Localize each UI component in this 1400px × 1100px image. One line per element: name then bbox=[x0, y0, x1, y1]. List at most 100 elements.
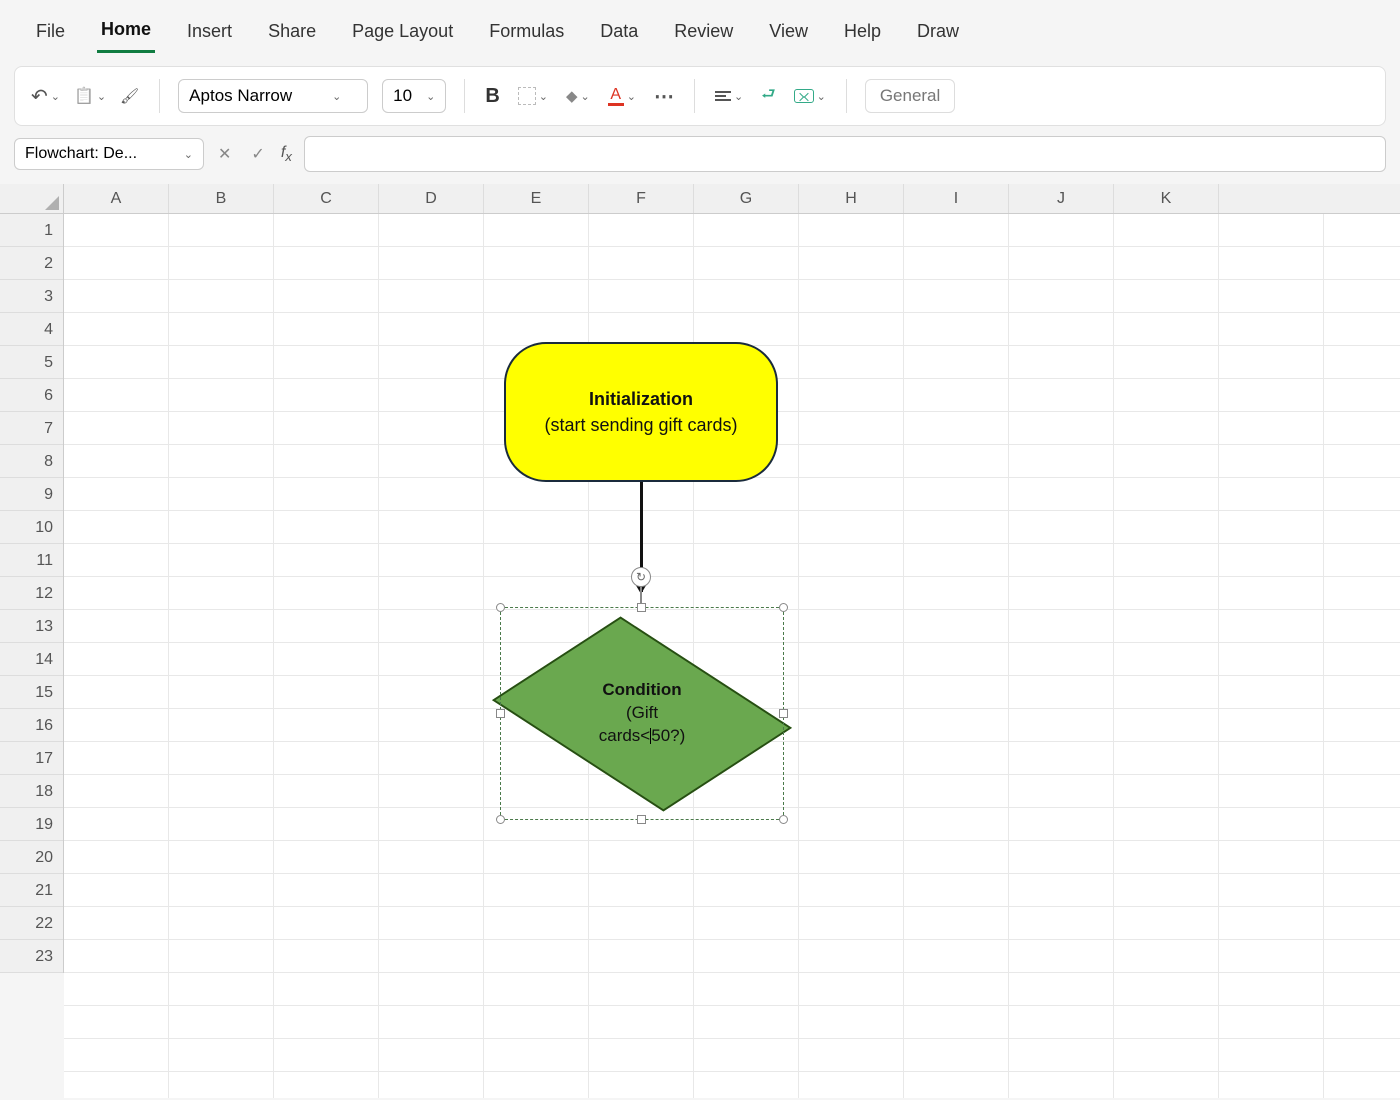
name-box[interactable]: Flowchart: De... ⌄ bbox=[14, 138, 204, 170]
font-size-value: 10 bbox=[393, 86, 412, 106]
row-header[interactable]: 2 bbox=[0, 247, 63, 280]
tab-draw[interactable]: Draw bbox=[913, 15, 963, 52]
chevron-down-icon: ⌄ bbox=[332, 90, 341, 103]
row-header[interactable]: 23 bbox=[0, 940, 63, 973]
borders-button[interactable]: ⌄ bbox=[516, 83, 550, 109]
resize-handle[interactable] bbox=[779, 709, 788, 718]
more-font-button[interactable] bbox=[652, 80, 676, 113]
row-header[interactable]: 17 bbox=[0, 742, 63, 775]
tab-help[interactable]: Help bbox=[840, 15, 885, 52]
row-header[interactable]: 12 bbox=[0, 577, 63, 610]
column-headers: A B C D E F G H I J K bbox=[64, 184, 1400, 214]
col-header[interactable]: B bbox=[169, 184, 274, 213]
tab-data[interactable]: Data bbox=[596, 15, 642, 52]
font-name-select[interactable]: Aptos Narrow ⌄ bbox=[178, 79, 368, 113]
cancel-formula-button[interactable]: ✕ bbox=[214, 144, 235, 164]
align-button[interactable]: ⌄ bbox=[713, 86, 745, 107]
wrap-text-button[interactable] bbox=[759, 79, 777, 114]
row-header[interactable]: 11 bbox=[0, 544, 63, 577]
tab-view[interactable]: View bbox=[765, 15, 812, 52]
col-header[interactable]: C bbox=[274, 184, 379, 213]
align-icon bbox=[715, 91, 731, 101]
resize-handle[interactable] bbox=[779, 815, 788, 824]
tab-file[interactable]: File bbox=[32, 15, 69, 52]
name-box-value: Flowchart: De... bbox=[25, 145, 137, 163]
clipboard-icon bbox=[74, 86, 94, 106]
row-header[interactable]: 19 bbox=[0, 808, 63, 841]
toolbar: ⌄ ⌄ Aptos Narrow ⌄ 10 ⌄ B ⌄ ⌄ A⌄ ⌄ ⌄ Gen… bbox=[14, 66, 1386, 126]
row-header[interactable]: 18 bbox=[0, 775, 63, 808]
font-size-select[interactable]: 10 ⌄ bbox=[382, 79, 446, 113]
divider bbox=[464, 79, 465, 113]
resize-handle[interactable] bbox=[779, 603, 788, 612]
resize-handle[interactable] bbox=[637, 815, 646, 824]
row-header[interactable]: 8 bbox=[0, 445, 63, 478]
tab-share[interactable]: Share bbox=[264, 15, 320, 52]
clipboard-button[interactable]: ⌄ bbox=[72, 82, 108, 110]
row-header[interactable]: 4 bbox=[0, 313, 63, 346]
merge-button[interactable]: ⌄ bbox=[792, 85, 828, 107]
tab-formulas[interactable]: Formulas bbox=[485, 15, 568, 52]
number-format-select[interactable]: General bbox=[865, 79, 955, 113]
fx-buttons: ✕ ✓ fx bbox=[214, 144, 292, 164]
tab-home[interactable]: Home bbox=[97, 13, 155, 53]
font-color-button[interactable]: A⌄ bbox=[606, 83, 638, 110]
font-name-value: Aptos Narrow bbox=[189, 86, 292, 106]
row-header[interactable]: 21 bbox=[0, 874, 63, 907]
row-header[interactable]: 5 bbox=[0, 346, 63, 379]
undo-button[interactable]: ⌄ bbox=[29, 80, 62, 113]
chevron-down-icon: ⌄ bbox=[184, 148, 193, 161]
tab-insert[interactable]: Insert bbox=[183, 15, 236, 52]
divider bbox=[694, 79, 695, 113]
shape-subtitle: (start sending gift cards) bbox=[544, 412, 737, 438]
resize-handle[interactable] bbox=[496, 709, 505, 718]
fill-color-button[interactable]: ⌄ bbox=[564, 83, 592, 110]
row-header[interactable]: 14 bbox=[0, 643, 63, 676]
bold-button[interactable]: B bbox=[483, 81, 501, 112]
ribbon-tabs: File Home Insert Share Page Layout Formu… bbox=[0, 0, 1400, 56]
formula-bar-row: Flowchart: De... ⌄ ✕ ✓ fx bbox=[14, 134, 1386, 174]
col-header[interactable]: H bbox=[799, 184, 904, 213]
row-header[interactable]: 3 bbox=[0, 280, 63, 313]
row-header[interactable]: 15 bbox=[0, 676, 63, 709]
font-color-icon: A bbox=[608, 87, 624, 106]
cells-area[interactable]: Initialization (start sending gift cards… bbox=[64, 214, 1400, 1098]
flowchart-terminator-shape[interactable]: Initialization (start sending gift cards… bbox=[504, 342, 778, 482]
resize-handle[interactable] bbox=[637, 603, 646, 612]
tab-review[interactable]: Review bbox=[670, 15, 737, 52]
fill-bucket-icon bbox=[566, 87, 578, 106]
row-header[interactable]: 9 bbox=[0, 478, 63, 511]
row-header[interactable]: 10 bbox=[0, 511, 63, 544]
col-header[interactable]: K bbox=[1114, 184, 1219, 213]
col-header[interactable]: E bbox=[484, 184, 589, 213]
divider bbox=[159, 79, 160, 113]
accept-formula-button[interactable]: ✓ bbox=[247, 144, 268, 164]
rotate-handle[interactable]: ↻ bbox=[631, 567, 651, 587]
col-header[interactable]: F bbox=[589, 184, 694, 213]
row-header[interactable]: 22 bbox=[0, 907, 63, 940]
shape-selection bbox=[500, 607, 784, 820]
col-header[interactable]: J bbox=[1009, 184, 1114, 213]
row-header[interactable]: 20 bbox=[0, 841, 63, 874]
spreadsheet-grid: A B C D E F G H I J K 1 2 3 4 5 6 7 8 9 … bbox=[0, 184, 1400, 1098]
fx-icon: fx bbox=[281, 144, 292, 164]
tab-page-layout[interactable]: Page Layout bbox=[348, 15, 457, 52]
formula-input[interactable] bbox=[304, 136, 1386, 172]
ellipsis-icon bbox=[654, 84, 674, 109]
col-header[interactable]: A bbox=[64, 184, 169, 213]
row-header[interactable]: 7 bbox=[0, 412, 63, 445]
row-header[interactable]: 13 bbox=[0, 610, 63, 643]
resize-handle[interactable] bbox=[496, 815, 505, 824]
col-header[interactable]: D bbox=[379, 184, 484, 213]
col-header[interactable]: I bbox=[904, 184, 1009, 213]
border-icon bbox=[518, 87, 536, 105]
row-header[interactable]: 6 bbox=[0, 379, 63, 412]
undo-icon bbox=[31, 84, 48, 109]
row-header[interactable]: 1 bbox=[0, 214, 63, 247]
resize-handle[interactable] bbox=[496, 603, 505, 612]
divider bbox=[846, 79, 847, 113]
select-all-corner[interactable] bbox=[0, 184, 64, 214]
row-header[interactable]: 16 bbox=[0, 709, 63, 742]
col-header[interactable]: G bbox=[694, 184, 799, 213]
format-painter-button[interactable] bbox=[118, 83, 141, 110]
